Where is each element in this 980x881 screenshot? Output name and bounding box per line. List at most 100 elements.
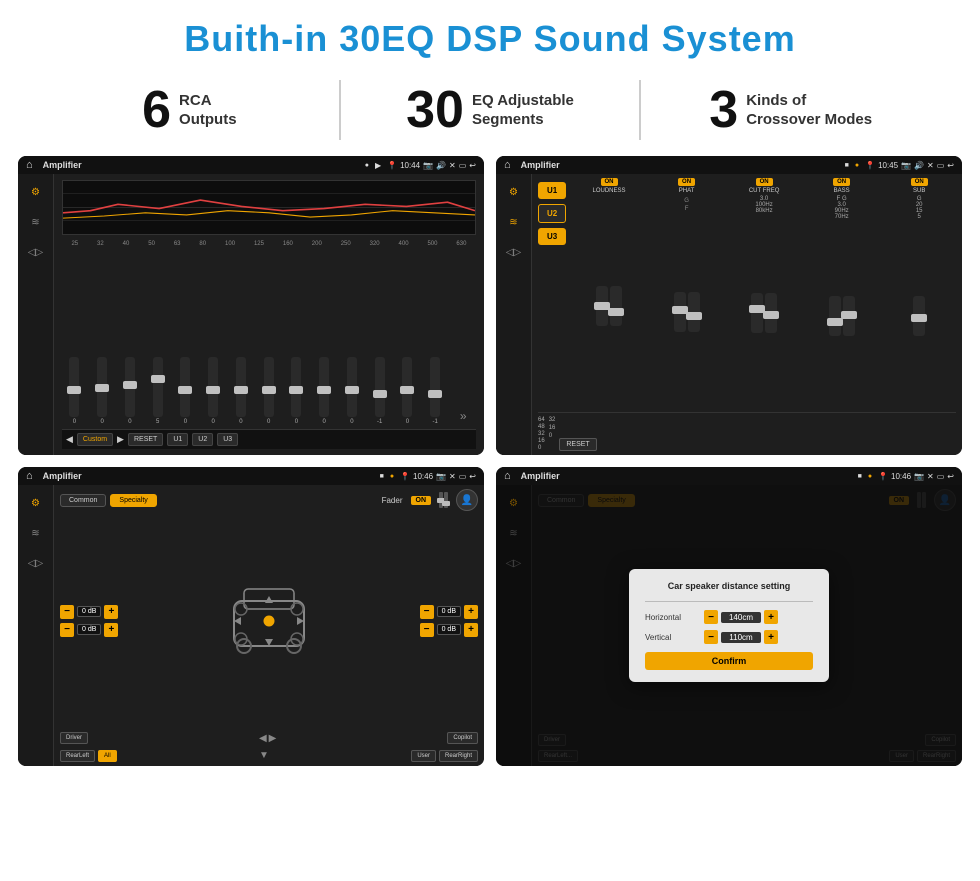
crossover-sidebar-wave-icon[interactable]: ≋ — [502, 212, 526, 232]
fader-vol-br-minus[interactable]: − — [420, 623, 434, 637]
fader-rect-icon: ▭ — [459, 472, 467, 481]
fader-tab-common[interactable]: Common — [60, 494, 106, 507]
eq-slider-0[interactable]: 0 — [69, 357, 79, 425]
fader-user-icon[interactable]: 👤 — [456, 489, 478, 511]
fader-user-btn[interactable]: User — [411, 750, 436, 762]
eq-home-icon[interactable]: ⌂ — [26, 159, 33, 171]
fader-tab-specialty[interactable]: Specialty — [110, 494, 156, 507]
fader-right-arrow-icon[interactable]: ▶ — [269, 733, 277, 744]
crossover-loudness-slider2[interactable] — [610, 286, 622, 326]
crossover-u1-btn[interactable]: U1 — [538, 182, 566, 199]
crossover-sub-label: SUB — [913, 188, 925, 194]
crossover-u3-btn[interactable]: U3 — [538, 228, 566, 245]
eq-slider-3[interactable]: 5 — [153, 357, 163, 425]
crossover-back-icon[interactable]: ↩ — [947, 161, 954, 170]
crossover-sidebar-eq-icon[interactable]: ⚙ — [502, 182, 526, 202]
eq-slider-4[interactable]: 0 — [180, 357, 190, 425]
fader-vol-tr-plus[interactable]: + — [464, 605, 478, 619]
eq-slider-8[interactable]: 0 — [291, 357, 301, 425]
fader-vol-br-val: 0 dB — [437, 624, 461, 635]
eq-slider-9[interactable]: 0 — [319, 357, 329, 425]
fader-back-icon[interactable]: ↩ — [469, 472, 476, 481]
eq-next-btn[interactable]: ▶ — [117, 434, 124, 445]
page-title: Buith-in 30EQ DSP Sound System — [0, 0, 980, 70]
crossover-loudness-on[interactable]: ON — [601, 178, 618, 186]
eq-reset-btn[interactable]: RESET — [128, 433, 163, 446]
fader-copilot-btn[interactable]: Copilot — [447, 732, 478, 744]
eq-slider-12[interactable]: 0 — [402, 357, 412, 425]
crossover-bass-slider1[interactable] — [829, 296, 841, 336]
fader-left-vols: − 0 dB + − 0 dB + — [60, 515, 118, 726]
crossover-phat-on[interactable]: ON — [678, 178, 695, 186]
crossover-phat-slider2[interactable] — [688, 292, 700, 332]
eq-u3-btn[interactable]: U3 — [217, 433, 238, 446]
fader-sidebar-wave-icon[interactable]: ≋ — [24, 523, 48, 543]
eq-sidebar-eq-icon[interactable]: ⚙ — [24, 182, 48, 202]
dialog-confirm-btn[interactable]: Confirm — [645, 652, 813, 670]
fader-sidebar-expand-icon[interactable]: ◁▷ — [24, 553, 48, 573]
fader-on-badge[interactable]: ON — [411, 496, 432, 505]
fader-sidebar-eq-icon[interactable]: ⚙ — [24, 493, 48, 513]
eq-slider-5[interactable]: 0 — [208, 357, 218, 425]
eq-slider-11[interactable]: -1 — [375, 357, 385, 425]
eq-slider-13[interactable]: -1 — [430, 357, 440, 425]
fader-time: 10:46 — [413, 472, 433, 481]
fader-vol-bl-plus[interactable]: + — [104, 623, 118, 637]
eq-back-icon[interactable]: ↩ — [469, 161, 476, 170]
crossover-cutfreq-slider2[interactable] — [765, 293, 777, 333]
crossover-bass-on[interactable]: ON — [833, 178, 850, 186]
eq-sidebar-wave-icon[interactable]: ≋ — [24, 212, 48, 232]
crossover-bass-slider2[interactable] — [843, 296, 855, 336]
eq-sidebar-vol-icon[interactable]: ◁▷ — [24, 242, 48, 262]
dialog-back-icon[interactable]: ↩ — [947, 472, 954, 481]
eq-u1-btn[interactable]: U1 — [167, 433, 188, 446]
crossover-sub-slider[interactable] — [913, 296, 925, 336]
eq-slider-7[interactable]: 0 — [264, 357, 274, 425]
fader-vol-tr-minus[interactable]: − — [420, 605, 434, 619]
crossover-sub-on[interactable]: ON — [911, 178, 928, 186]
dialog-title: Car speaker distance setting — [645, 581, 813, 591]
dialog-horizontal-plus-btn[interactable]: + — [764, 610, 778, 624]
fader-vol-br-plus[interactable]: + — [464, 623, 478, 637]
fader-rearleft-btn[interactable]: RearLeft — [60, 750, 95, 762]
eq-bottom-bar: ◀ Custom ▶ RESET U1 U2 U3 — [62, 429, 476, 449]
crossover-reset-btn[interactable]: RESET — [559, 438, 596, 451]
crossover-cutfreq-on[interactable]: ON — [756, 178, 773, 186]
fader-left-arrow-icon[interactable]: ◀ — [259, 733, 267, 744]
fader-vol-tl-val: 0 dB — [77, 606, 101, 617]
eq-custom-btn[interactable]: Custom — [77, 433, 113, 446]
fader-driver-btn[interactable]: Driver — [60, 732, 88, 744]
eq-slider-1[interactable]: 0 — [97, 357, 107, 425]
eq-slider-10[interactable]: 0 — [347, 357, 357, 425]
crossover-pin-icon: 📍 — [865, 161, 875, 170]
fader-mini-slider2[interactable] — [444, 492, 448, 508]
fader-rearright-btn[interactable]: RearRight — [439, 750, 478, 762]
fader-vol-tl-minus[interactable]: − — [60, 605, 74, 619]
dialog-vertical-minus-btn[interactable]: − — [704, 630, 718, 644]
fader-car-diagram — [124, 515, 413, 726]
fader-status-icons: 📍 10:46 📷 ✕ ▭ ↩ — [400, 472, 476, 481]
crossover-sidebar-vol-icon[interactable]: ◁▷ — [502, 242, 526, 262]
fader-down-arrow-icon[interactable]: ▼ — [259, 750, 269, 762]
dialog-vertical-plus-btn[interactable]: + — [764, 630, 778, 644]
crossover-home-icon[interactable]: ⌂ — [504, 159, 511, 171]
fader-vol-bl-minus[interactable]: − — [60, 623, 74, 637]
fader-content-row: − 0 dB + − 0 dB + — [60, 515, 478, 726]
crossover-u2-btn[interactable]: U2 — [538, 204, 566, 223]
crossover-loudness-slider1[interactable] — [596, 286, 608, 326]
fader-position-row: Driver ◀ ▶ Copilot — [60, 730, 478, 746]
eq-status-bar: ⌂ Amplifier ● ▶ 📍 10:44 📷 🔊 ✕ ▭ ↩ — [18, 156, 484, 174]
eq-slider-2[interactable]: 0 — [125, 357, 135, 425]
fader-all-btn[interactable]: All — [98, 750, 117, 762]
eq-prev-btn[interactable]: ◀ — [66, 434, 73, 445]
crossover-cutfreq-slider1[interactable] — [751, 293, 763, 333]
eq-slider-6[interactable]: 0 — [236, 357, 246, 425]
fader-vol-tl-plus[interactable]: + — [104, 605, 118, 619]
dialog-home-icon[interactable]: ⌂ — [504, 470, 511, 482]
eq-more-icon[interactable]: » — [458, 407, 469, 425]
crossover-phat-slider1[interactable] — [674, 292, 686, 332]
dialog-horizontal-minus-btn[interactable]: − — [704, 610, 718, 624]
dialog-x-icon: ✕ — [927, 472, 934, 481]
eq-u2-btn[interactable]: U2 — [192, 433, 213, 446]
fader-home-icon[interactable]: ⌂ — [26, 470, 33, 482]
